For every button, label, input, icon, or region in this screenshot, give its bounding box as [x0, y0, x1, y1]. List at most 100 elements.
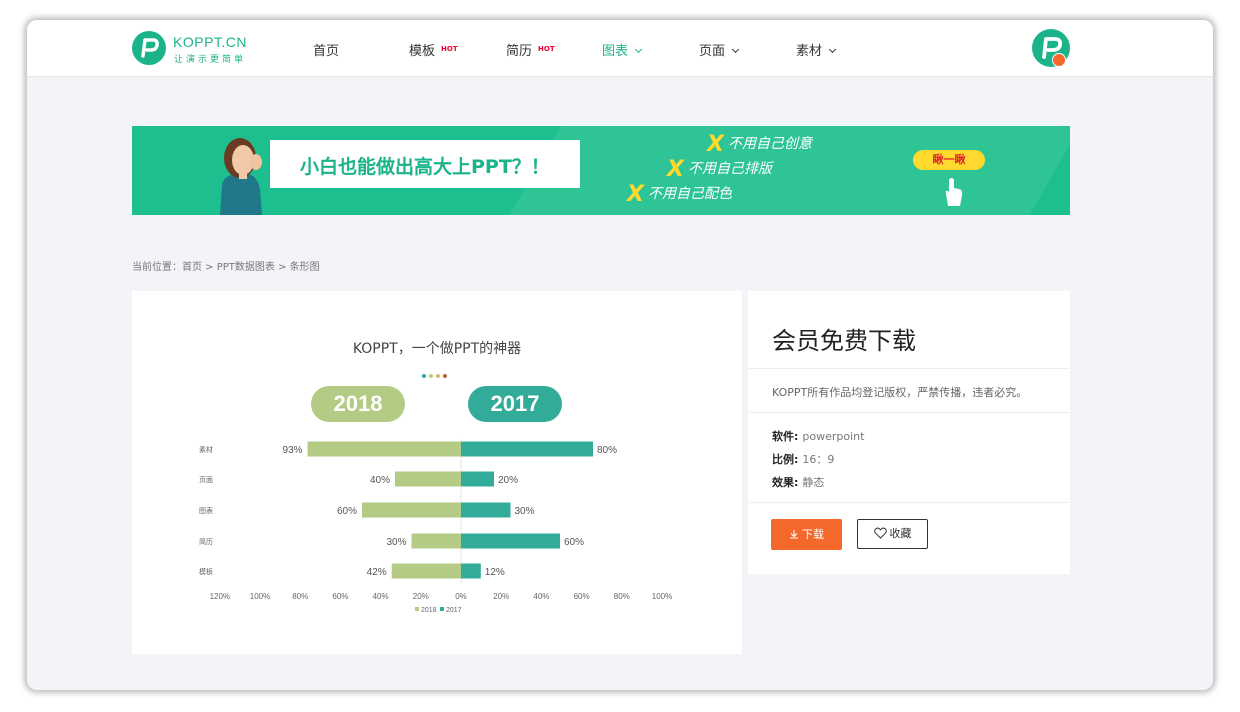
favorite-label: 收藏: [889, 527, 912, 540]
template-preview: KOPPT，一个做PPT的神器 2018 2017 93% 80% 素材 40% 20%…: [132, 291, 742, 654]
x-tick-label: 40%: [373, 592, 389, 601]
logo-slogan: 让演示更简单: [174, 55, 247, 65]
copyright-notice: KOPPT所有作品均登记版权，严禁传播，违者必究。: [772, 386, 1028, 399]
hot-badge: HOT: [538, 45, 555, 53]
data-label-2017: 30%: [515, 506, 535, 517]
chevron-down-icon: [828, 45, 837, 54]
data-label-2018: 93%: [283, 445, 303, 456]
meta-effect: 效果: 静态: [772, 474, 824, 490]
hot-badge: HOT: [441, 45, 458, 53]
x-tick-label: 80%: [292, 592, 308, 601]
category-label: 图表: [199, 506, 213, 515]
banner-person-illustration: [220, 138, 262, 215]
banner-point-text: 不用自己配色: [647, 186, 732, 202]
nav-item-label: 模板: [409, 44, 436, 59]
nav-item-label: 图表: [602, 44, 629, 59]
nav-item-resume[interactable]: 简历 HOT: [506, 40, 555, 59]
nav-item-materials[interactable]: 素材: [796, 40, 837, 59]
category-label: 素材: [199, 445, 213, 454]
legend-swatch-2018: [415, 607, 419, 611]
banner-point: X 不用自己配色: [627, 182, 732, 207]
category-label: 模板: [199, 567, 213, 576]
x-tick-label: 20%: [413, 592, 429, 601]
logo-mark-icon: [132, 31, 166, 65]
legend-label-2017: 2017: [446, 607, 462, 614]
meta-ratio: 比例: 16：9: [772, 451, 834, 467]
bar-2017: [461, 563, 481, 579]
legend-swatch-2017: [440, 607, 444, 611]
chevron-down-icon: [634, 45, 643, 54]
bar-2017: [461, 502, 511, 518]
avatar-status-badge: [1052, 53, 1066, 67]
browser-window: KOPPT.CN 让演示更简单 首页 模板 HOT 简历 HOT 图表 页面 素材: [27, 20, 1213, 690]
data-label-2018: 42%: [367, 567, 387, 578]
download-button[interactable]: 下载: [771, 519, 842, 550]
banner-cta-button[interactable]: 瞅一瞅: [913, 150, 985, 170]
banner-point-text: 不用自己创意: [727, 136, 812, 152]
bar-2017: [461, 533, 560, 549]
heart-icon: [873, 527, 887, 539]
x-tick-label: 100%: [250, 592, 270, 601]
bar-2018: [307, 441, 461, 457]
x-tick-label: 100%: [652, 592, 672, 601]
banner-point: X 不用自己排版: [667, 157, 772, 182]
bar-2017: [461, 471, 494, 487]
bar-2018: [395, 471, 461, 487]
x-mark-icon: X: [627, 182, 644, 207]
meta-key: 软件:: [772, 430, 799, 443]
nav-item-pages[interactable]: 页面: [699, 40, 740, 59]
favorite-button[interactable]: 收藏: [857, 519, 928, 549]
x-tick-label: 80%: [614, 592, 630, 601]
category-label: 简历: [199, 537, 213, 546]
bar-2018: [362, 502, 461, 518]
meta-value: powerpoint: [802, 430, 865, 443]
data-label-2017: 12%: [485, 567, 505, 578]
meta-key: 效果:: [772, 476, 799, 489]
promo-banner[interactable]: 小白也能做出高大上PPT？！ X 不用自己创意 X 不用自己排版 X 不用自己配色 瞅…: [132, 126, 1070, 215]
category-label: 页面: [199, 476, 213, 484]
nav-item-label: 简历: [506, 44, 533, 59]
meta-value: 静态: [802, 476, 825, 489]
breadcrumb: 当前位置：首页 > PPT数据图表 > 条形图: [132, 262, 320, 273]
nav-item-home[interactable]: 首页: [313, 40, 339, 59]
download-panel: 会员免费下载 KOPPT所有作品均登记版权，严禁传播，违者必究。 软件: powe…: [748, 291, 1070, 574]
data-label-2017: 80%: [597, 445, 617, 456]
banner-point-text: 不用自己排版: [687, 161, 772, 177]
x-mark-icon: X: [667, 157, 684, 182]
banner-point: X 不用自己创意: [707, 132, 812, 157]
panel-title: 会员免费下载: [772, 327, 916, 355]
bar-2017: [461, 441, 593, 457]
data-label-2017: 20%: [498, 475, 518, 486]
divider: [748, 412, 1070, 413]
data-label-2018: 60%: [337, 506, 357, 517]
data-label-2018: 40%: [370, 475, 390, 486]
logo-name: KOPPT.CN: [173, 34, 248, 50]
pointing-hand-icon: [945, 178, 963, 206]
top-nav-bar: KOPPT.CN 让演示更简单 首页 模板 HOT 简历 HOT 图表 页面 素材: [27, 20, 1213, 77]
banner-headline: 小白也能做出高大上PPT？！: [300, 156, 550, 178]
data-label-2018: 30%: [386, 537, 406, 548]
x-tick-label: 20%: [493, 592, 509, 601]
chevron-down-icon: [731, 45, 740, 54]
download-label: 下载: [802, 528, 824, 541]
x-tick-label: 40%: [533, 592, 549, 601]
x-mark-icon: X: [707, 132, 724, 157]
bar-2018: [391, 563, 461, 579]
x-tick-label: 0%: [455, 592, 467, 601]
meta-value: 16：9: [802, 453, 835, 466]
x-tick-label: 60%: [574, 592, 590, 601]
divider: [748, 368, 1070, 369]
bar-2018: [411, 533, 461, 549]
butterfly-bar-chart: 93% 80% 素材 40% 20% 页面 60% 30% 图表 30% 60% 简历 42% 12% 模板…: [199, 439, 672, 614]
site-logo[interactable]: KOPPT.CN 让演示更简单: [132, 31, 257, 67]
download-icon: [790, 530, 798, 539]
banner-headline-card: 小白也能做出高大上PPT？！: [270, 140, 580, 188]
divider: [748, 502, 1070, 503]
nav-item-label: 首页: [313, 44, 340, 59]
nav-item-charts[interactable]: 图表: [602, 40, 643, 59]
nav-item-label: 素材: [796, 44, 823, 59]
meta-software: 软件: powerpoint: [772, 428, 864, 444]
nav-item-label: 页面: [699, 44, 726, 59]
nav-item-templates[interactable]: 模板 HOT: [409, 40, 458, 59]
x-tick-label: 60%: [332, 592, 348, 601]
